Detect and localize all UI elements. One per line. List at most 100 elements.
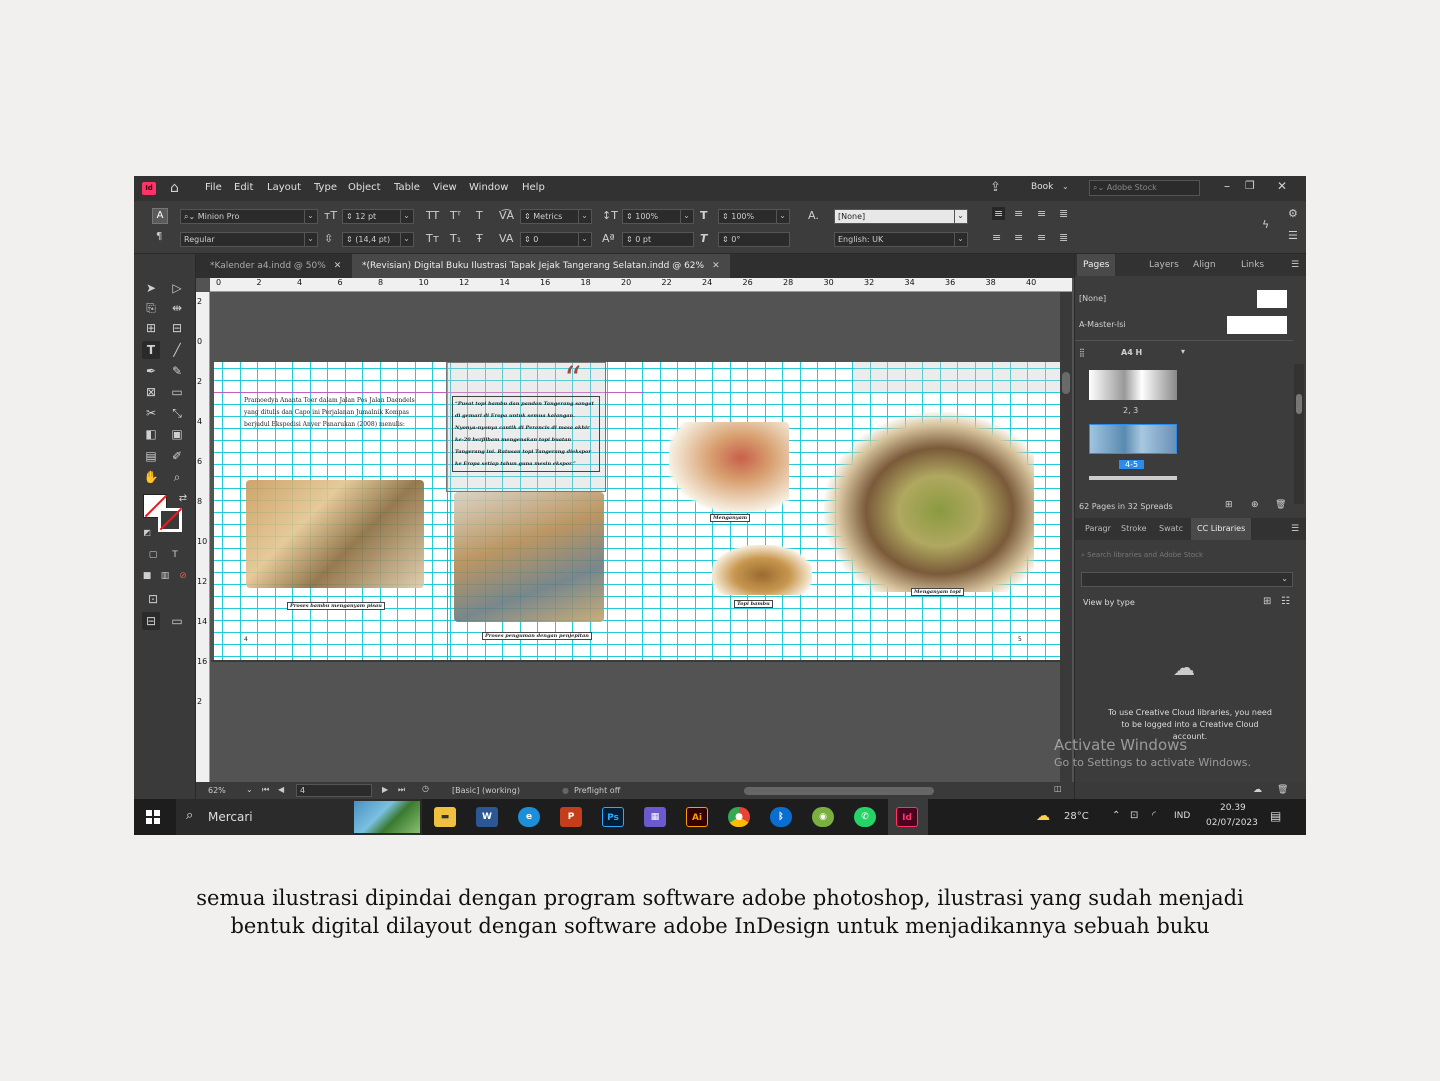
last-page-icon[interactable]: ⏭ bbox=[398, 785, 405, 795]
menu-edit[interactable]: Edit bbox=[234, 182, 253, 193]
pen-tool-icon[interactable]: ✒ bbox=[142, 362, 160, 380]
font-style-field[interactable]: Regular bbox=[180, 232, 318, 247]
page-number-field[interactable]: 4 bbox=[296, 784, 372, 797]
tab-align[interactable]: Align bbox=[1187, 254, 1222, 276]
subscript-icon[interactable]: T₁ bbox=[450, 232, 461, 245]
clock-date[interactable]: 02/07/2023 bbox=[1206, 818, 1258, 828]
illustration-weaver[interactable] bbox=[669, 422, 789, 512]
master-none-thumb[interactable] bbox=[1257, 290, 1287, 308]
caption-3[interactable]: Menganyam bbox=[710, 514, 751, 522]
free-transform-tool-icon[interactable]: ⤡ bbox=[168, 404, 186, 422]
gradient-feather-tool-icon[interactable]: ▣ bbox=[168, 425, 186, 443]
strikethrough-icon[interactable]: Ŧ bbox=[476, 232, 483, 245]
body-text-frame[interactable]: Pramoedya Ananta Toer dalam Jalan Pos Ja… bbox=[244, 395, 429, 431]
swap-colors-icon[interactable]: ⇄ bbox=[174, 490, 192, 508]
language-indicator[interactable]: IND bbox=[1174, 811, 1190, 821]
zoom-chevron-icon[interactable]: ⌄ bbox=[246, 785, 253, 794]
kerning-chevron-icon[interactable]: ⌄ bbox=[578, 209, 590, 224]
settings-gear-icon[interactable]: ⚙ bbox=[1288, 207, 1298, 220]
direct-selection-tool-icon[interactable]: ▷ bbox=[168, 279, 186, 297]
tab-links[interactable]: Links bbox=[1235, 254, 1270, 276]
character-mode-icon[interactable]: A bbox=[152, 208, 168, 224]
caption-2[interactable]: Proses penguman dengan penjepitan bbox=[482, 632, 592, 640]
superscript-icon[interactable]: Tᵀ bbox=[450, 209, 461, 222]
pea-icon[interactable]: ◉ bbox=[812, 807, 834, 827]
tray-chevron-icon[interactable]: ⌃ bbox=[1112, 810, 1120, 821]
all-caps-icon[interactable]: TT bbox=[426, 209, 439, 222]
align-left-icon[interactable]: ≡ bbox=[992, 207, 1006, 220]
whatsapp-icon[interactable]: ✆ bbox=[854, 807, 876, 827]
line-tool-icon[interactable]: ╱ bbox=[168, 341, 186, 359]
tab-layers[interactable]: Layers bbox=[1143, 254, 1185, 276]
pencil-tool-icon[interactable]: ✎ bbox=[168, 362, 186, 380]
style-status[interactable]: [Basic] (working) bbox=[452, 786, 520, 795]
menu-table[interactable]: Table bbox=[394, 182, 420, 193]
spread-thumb-next[interactable] bbox=[1089, 476, 1177, 480]
gap-tool-icon[interactable]: ⇹ bbox=[168, 299, 186, 317]
library-select[interactable]: ⌄ bbox=[1081, 572, 1293, 587]
apply-gradient-icon[interactable]: ▥ bbox=[156, 567, 174, 585]
master-isi[interactable]: A-Master-Isi bbox=[1079, 320, 1126, 329]
font-family-field[interactable]: ⌕⌄ Minion Pro bbox=[180, 209, 318, 224]
minimize-icon[interactable]: – bbox=[1224, 179, 1230, 193]
type-tool-icon[interactable]: T bbox=[142, 341, 160, 359]
delete-page-icon[interactable]: 🗑 bbox=[1275, 500, 1286, 510]
font-size-chevron-icon[interactable]: ⌄ bbox=[400, 209, 412, 224]
word-icon[interactable]: W bbox=[476, 807, 498, 827]
bluetooth-icon[interactable]: ᛒ bbox=[770, 807, 792, 827]
vertical-scale-chevron-icon[interactable]: ⌄ bbox=[680, 209, 692, 224]
view-by-type[interactable]: View by type bbox=[1083, 598, 1135, 607]
tab-close-icon[interactable]: ✕ bbox=[712, 261, 720, 271]
weather-temp[interactable]: 28°C bbox=[1064, 811, 1089, 822]
default-colors-icon[interactable]: ◩ bbox=[138, 524, 156, 542]
justify-all-icon[interactable]: ≡ bbox=[1037, 231, 1046, 244]
list-view-icon[interactable]: ☷ bbox=[1281, 596, 1290, 607]
new-page-icon[interactable]: ⊕ bbox=[1251, 500, 1259, 510]
home-icon[interactable]: ⌂ bbox=[170, 180, 179, 196]
horizontal-scroll-thumb[interactable] bbox=[744, 787, 934, 795]
language-field[interactable]: English: UK bbox=[834, 232, 968, 247]
tab-close-icon[interactable]: ✕ bbox=[334, 261, 342, 271]
gradient-swatch-tool-icon[interactable]: ◧ bbox=[142, 425, 160, 443]
illustration-bamboo-hat[interactable] bbox=[712, 545, 812, 595]
illustration-bamboo-workers[interactable] bbox=[246, 480, 424, 588]
lib-search-field[interactable]: ⌕ Search libraries and Adobe Stock bbox=[1081, 548, 1293, 562]
paragraph-mode-icon[interactable]: ¶ bbox=[156, 231, 162, 242]
tab-paragraph[interactable]: Paragr bbox=[1079, 518, 1117, 540]
skew-field[interactable]: ⇕ 0° bbox=[718, 232, 790, 247]
close-icon[interactable]: ✕ bbox=[1277, 179, 1287, 193]
master-none[interactable]: [None] bbox=[1079, 294, 1106, 303]
first-page-icon[interactable]: ⏮ bbox=[262, 785, 269, 795]
next-page-icon[interactable]: ▶ bbox=[382, 785, 388, 794]
note-tool-icon[interactable]: ▤ bbox=[142, 447, 160, 465]
justify-away-spine-icon[interactable]: ≣ bbox=[1059, 231, 1068, 244]
tab-cc-libraries[interactable]: CC Libraries bbox=[1191, 518, 1252, 540]
document-canvas[interactable]: Pramoedya Ananta Toer dalam Jalan Pos Ja… bbox=[211, 292, 1060, 800]
stroke-swatch[interactable] bbox=[158, 507, 183, 532]
rectangle-frame-tool-icon[interactable]: ⊠ bbox=[142, 383, 160, 401]
file-explorer-icon[interactable]: ▬ bbox=[434, 807, 456, 827]
underline-icon[interactable]: T bbox=[476, 209, 483, 222]
apply-color-icon[interactable]: ■ bbox=[138, 567, 156, 585]
caption-4[interactable]: Topi bambu bbox=[734, 600, 773, 608]
font-family-chevron-icon[interactable]: ⌄ bbox=[304, 209, 316, 224]
photoshop-icon[interactable]: Ps bbox=[602, 807, 624, 827]
justify-center-icon[interactable]: ≡ bbox=[1014, 231, 1023, 244]
menu-window[interactable]: Window bbox=[469, 182, 508, 193]
formatting-container-icon[interactable]: ▢ bbox=[144, 546, 162, 564]
horizontal-scale-chevron-icon[interactable]: ⌄ bbox=[776, 209, 788, 224]
baseline-shift-field[interactable]: ⇕ 0 pt bbox=[622, 232, 694, 247]
chrome-icon[interactable]: ● bbox=[728, 807, 750, 827]
powerpoint-icon[interactable]: P bbox=[560, 807, 582, 827]
menu-file[interactable]: File bbox=[205, 182, 222, 193]
scissors-tool-icon[interactable]: ✂ bbox=[142, 404, 160, 422]
illustrator-icon[interactable]: Ai bbox=[686, 807, 708, 827]
workspace-switcher[interactable]: Book bbox=[1031, 182, 1053, 192]
illustration-palm-village[interactable] bbox=[824, 412, 1034, 592]
preview-view-icon[interactable]: ▭ bbox=[168, 612, 186, 630]
content-placer-icon[interactable]: ⊟ bbox=[168, 319, 186, 337]
pages-panel-menu-icon[interactable]: ☰ bbox=[1291, 260, 1299, 270]
edit-page-size-icon[interactable]: ⊞ bbox=[1225, 500, 1233, 510]
tracking-chevron-icon[interactable]: ⌄ bbox=[578, 232, 590, 247]
cloud-sync-icon[interactable]: ☁ bbox=[1253, 785, 1262, 795]
